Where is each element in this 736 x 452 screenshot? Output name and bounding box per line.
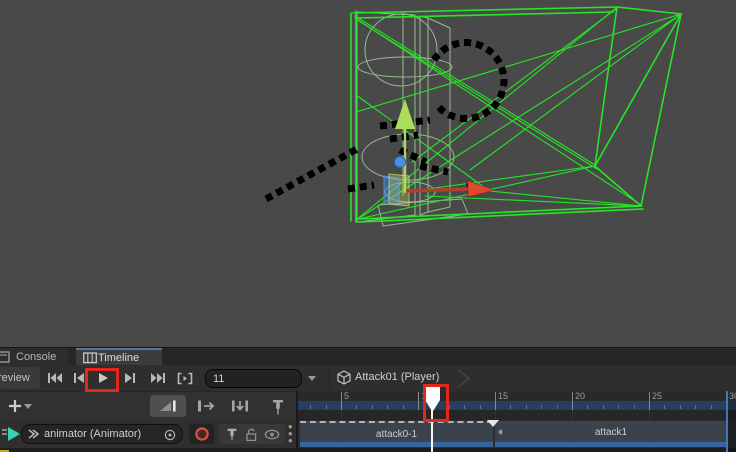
gizmo-x-arrowhead[interactable] [468,181,494,197]
header-content-divider [296,391,298,452]
ripple-mode-button[interactable] [192,395,220,417]
mix-mode-icon [158,398,178,414]
gizmo-y-arrowhead[interactable] [395,99,415,129]
next-frame-icon [124,372,137,384]
highlight-box-playhead [423,384,449,422]
track-menu-button[interactable]: ••• [288,423,293,444]
track-binding-field[interactable]: animator (Animator) [21,424,183,444]
play-range-icon [177,372,193,385]
scene-canvas [0,0,736,347]
tab-timeline[interactable]: Timeline [76,348,162,365]
record-icon [194,426,210,442]
clip-stripe [495,442,727,447]
go-to-end-icon [150,372,166,384]
clip-trim-indicator [498,429,502,435]
preview-toggle[interactable]: review [0,367,40,389]
ripple-mode-icon [196,398,216,414]
breadcrumb[interactable]: Attack01 (Player) [355,371,439,383]
animation-track-icon [7,426,21,442]
animation-track-header[interactable]: animator (Animator) [0,420,296,448]
animator-icon [28,428,40,440]
gizmo-x-axis[interactable] [406,189,470,191]
timeline-panel: Console Timeline review [0,347,736,452]
object-picker-icon[interactable] [164,429,176,441]
highlight-box-play-button [85,368,119,392]
clip-stripe [300,442,493,447]
console-icon [0,351,10,363]
frame-unit-dropdown[interactable] [308,376,316,381]
timeline-content-area[interactable]: 51015202530 attack0-1attack1 [298,391,736,452]
clip-label: attack1 [495,427,727,438]
timeline-clip[interactable]: attack1 [495,421,727,447]
cube-icon [337,370,351,385]
play-range-button[interactable] [173,368,197,388]
timeline-clip[interactable]: attack0-1 [300,421,493,447]
track-binding-label: animator (Animator) [44,428,141,440]
preview-label: review [0,372,30,384]
track-button-group [219,424,285,444]
record-button[interactable] [189,424,214,444]
breadcrumb-chevron-icon [455,369,473,388]
add-track-button[interactable] [5,395,35,417]
timeline-out-of-range-shade [728,401,736,452]
replace-mode-button[interactable] [226,395,254,417]
track-eye-icon[interactable] [264,427,280,442]
unity-editor: Console Timeline review [0,0,736,452]
scene-view[interactable] [0,0,736,347]
timeline-film-icon [83,352,97,364]
previous-frame-icon [72,372,85,384]
track-lock-icon[interactable] [244,427,258,442]
pin-icon [270,398,286,415]
clip-blend-marker[interactable] [487,420,499,427]
clip-label: attack0-1 [300,429,493,440]
replace-mode-icon [230,398,250,414]
clips-layer: attack0-1attack1 [298,391,736,452]
tab-timeline-label: Timeline [98,352,139,364]
toolbar-divider [329,365,330,391]
go-to-beginning-icon [47,372,63,384]
mix-mode-button[interactable] [150,395,186,417]
track-pin-icon[interactable] [225,427,239,442]
panel-bottom-strip [0,448,298,452]
tab-console[interactable]: Console [0,348,68,365]
marker-pin-button[interactable] [263,395,293,417]
next-frame-button[interactable] [119,368,141,388]
plus-icon [8,399,32,413]
go-to-end-button[interactable] [145,368,171,388]
frame-field[interactable] [205,369,302,388]
go-to-beginning-button[interactable] [44,368,66,388]
gizmo-center-handle[interactable] [395,157,406,168]
tab-console-label: Console [16,351,56,363]
